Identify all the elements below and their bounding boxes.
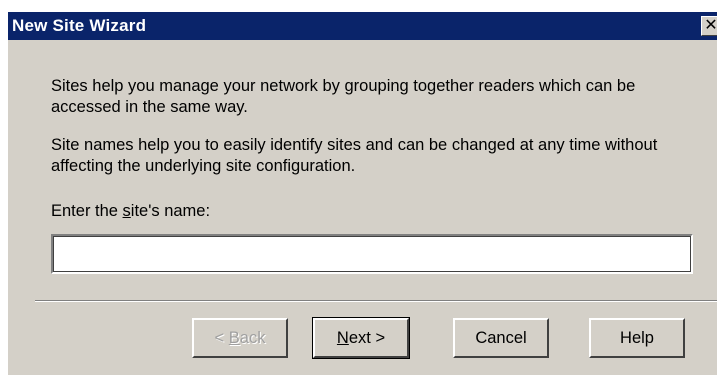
site-name-label: Enter the site's name: xyxy=(51,202,210,221)
separator-line xyxy=(35,300,717,302)
window-title: New Site Wizard xyxy=(12,16,147,35)
site-names-paragraph: Site names help you to easily identify s… xyxy=(51,136,658,175)
close-icon: ✕ xyxy=(704,17,717,34)
next-button-accelerator: N xyxy=(336,329,349,347)
intro-paragraph: Sites help you manage your network by gr… xyxy=(51,77,636,116)
site-name-label-suffix: ite's name: xyxy=(130,202,211,220)
site-name-label-prefix: Enter the xyxy=(51,202,123,220)
site-name-label-accelerator: s xyxy=(122,202,131,220)
site-name-input[interactable] xyxy=(51,234,693,274)
back-button-prefix: < xyxy=(214,329,229,347)
next-button[interactable]: Next > xyxy=(312,317,410,359)
close-button[interactable]: ✕ xyxy=(701,16,717,36)
back-button-accelerator: B xyxy=(228,329,240,347)
back-button[interactable]: < Back xyxy=(192,318,288,358)
back-button-suffix: ack xyxy=(239,329,266,347)
help-button[interactable]: Help xyxy=(589,318,685,358)
next-button-suffix: ext > xyxy=(348,329,386,347)
title-bar[interactable]: New Site Wizard ✕ xyxy=(8,12,717,40)
cancel-button[interactable]: Cancel xyxy=(453,318,549,358)
new-site-wizard-dialog: New Site Wizard ✕ Sites help you manage … xyxy=(6,10,717,375)
